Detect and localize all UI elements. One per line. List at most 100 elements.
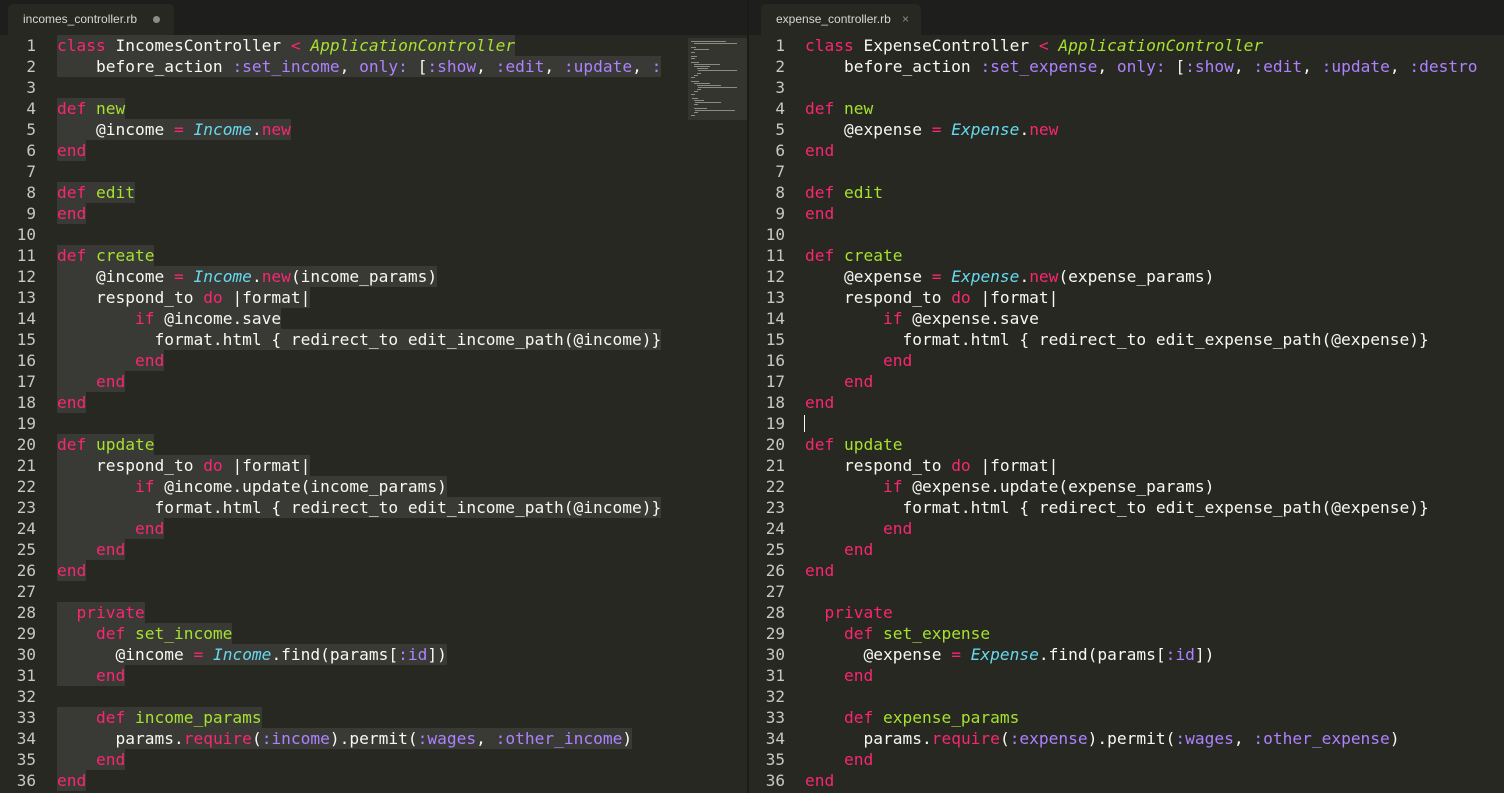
code-token: if <box>134 309 165 328</box>
line-number: 2 <box>26 57 36 76</box>
code-text: def edit <box>805 182 883 203</box>
line-number: 1 <box>26 36 36 55</box>
code-token: def <box>805 183 844 202</box>
line-number: 8 <box>26 183 36 202</box>
tab-incomes-controller[interactable]: incomes_controller.rb <box>8 4 174 35</box>
close-icon[interactable]: × <box>902 4 909 35</box>
code-text: params.require(:expense).permit(:wages, … <box>805 728 1399 749</box>
line-number: 30 <box>765 645 785 664</box>
code-text: end <box>57 371 126 392</box>
code-text: end <box>805 665 873 686</box>
code-token: respond_to <box>57 456 204 475</box>
code-text: private <box>805 602 893 623</box>
code-token: , <box>1302 57 1322 76</box>
line-number: 7 <box>775 162 785 181</box>
line-number: 21 <box>765 456 785 475</box>
code-token: new <box>95 99 126 118</box>
code-token: |format| <box>980 288 1059 307</box>
minimap[interactable] <box>688 38 747 120</box>
minimap-line <box>696 68 708 70</box>
code-token: private <box>824 603 893 622</box>
line-number: 26 <box>16 561 36 580</box>
minimap-line <box>693 49 709 51</box>
code-token: end <box>95 540 126 559</box>
line-number: 28 <box>16 603 36 622</box>
code-token: format.html { redirect_to edit_income_pa… <box>57 330 662 349</box>
code-token: end <box>95 750 126 769</box>
code-text: end <box>805 749 873 770</box>
line-number: 18 <box>765 393 785 412</box>
code-text: format.html { redirect_to edit_income_pa… <box>57 329 662 350</box>
code-token: :wages <box>1175 729 1234 748</box>
line-number: 35 <box>765 750 785 769</box>
minimap-line <box>693 91 698 93</box>
code-token: , <box>339 57 360 76</box>
code-token: |format| <box>980 456 1059 475</box>
line-number: 15 <box>16 330 36 349</box>
tab-expense-controller[interactable]: expense_controller.rb × <box>761 4 921 35</box>
code-token: : <box>651 57 662 76</box>
code-token: do <box>203 456 233 475</box>
code-token: Income <box>193 267 252 286</box>
code-text: respond_to do |format| <box>57 287 311 308</box>
code-text: class ExpenseController < ApplicationCon… <box>805 35 1263 56</box>
code-token: new <box>1029 267 1059 286</box>
minimap-line <box>691 55 697 57</box>
code-token: IncomesController <box>115 36 291 55</box>
line-number: 29 <box>16 624 36 643</box>
line-number: 11 <box>765 246 785 265</box>
code-text: respond_to do |format| <box>805 287 1058 308</box>
code-token: :set_expense <box>980 57 1098 76</box>
line-number: 25 <box>16 540 36 559</box>
line-number: 7 <box>26 162 36 181</box>
code-text: end <box>805 203 834 224</box>
line-number: 17 <box>765 372 785 391</box>
code-text: def income_params <box>57 707 262 728</box>
code-token: @income <box>57 120 174 139</box>
editor-pane-left[interactable]: incomes_controller.rb 1 class IncomesCont… <box>0 0 747 793</box>
code-token: :edit <box>1253 57 1303 76</box>
code-token: :id <box>1165 645 1195 664</box>
code-text: def update <box>805 434 902 455</box>
line-number: 21 <box>16 456 36 475</box>
line-number: 1 <box>775 36 785 55</box>
code-token: |format| <box>232 456 311 475</box>
code-token: = <box>931 267 952 286</box>
minimap-line <box>691 76 695 78</box>
code-token: ).permit( <box>1087 729 1176 748</box>
code-token: class <box>57 36 116 55</box>
code-token: format.html { redirect_to edit_expense_p… <box>805 330 1429 349</box>
code-token: :edit <box>495 57 545 76</box>
code-token: end <box>882 519 913 538</box>
code-text: private <box>57 602 145 623</box>
code-token: end <box>57 141 87 160</box>
modified-dot-icon[interactable] <box>153 16 160 23</box>
minimap-line <box>693 43 738 45</box>
line-number: 16 <box>16 351 36 370</box>
code-text: def update <box>57 434 155 455</box>
minimap-line <box>693 99 705 101</box>
code-text: if @income.update(income_params) <box>57 476 447 497</box>
code-text: class IncomesController < ApplicationCon… <box>57 35 516 56</box>
code-text: def create <box>805 245 902 266</box>
code-text: if @expense.update(expense_params) <box>805 476 1214 497</box>
editor-pane-right[interactable]: expense_controller.rb × 1 class ExpenseCo… <box>749 0 1504 793</box>
code-token: ]) <box>427 645 447 664</box>
code-text: params.require(:income).permit(:wages, :… <box>57 728 633 749</box>
minimap-line <box>693 104 698 105</box>
line-number: 2 <box>775 57 785 76</box>
minimap-line <box>693 83 711 84</box>
code-token: :expense <box>1009 729 1088 748</box>
code-text: def new <box>805 98 873 119</box>
minimap-line <box>695 110 735 112</box>
code-token: if <box>882 309 913 328</box>
code-token: edit <box>843 183 883 202</box>
code-text: end <box>57 749 126 770</box>
